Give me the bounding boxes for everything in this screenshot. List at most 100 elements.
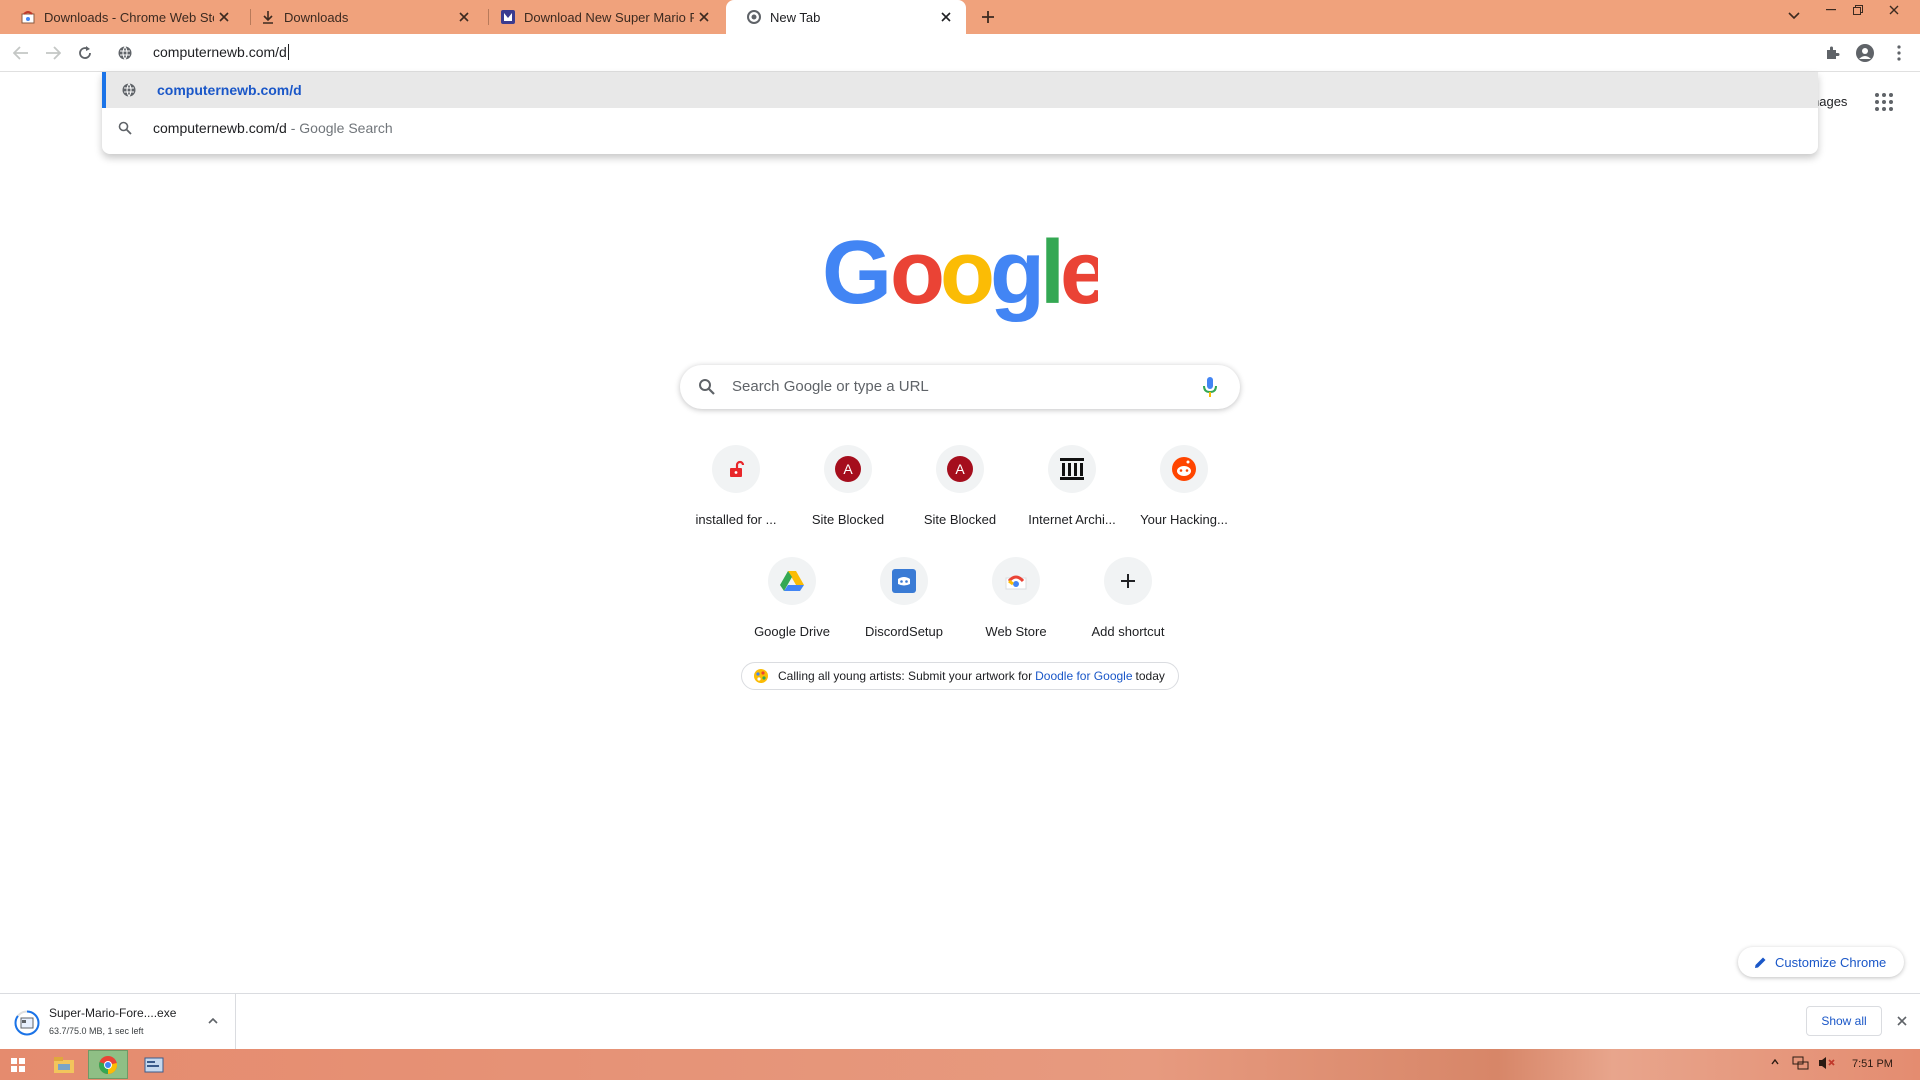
chrome-web-store-icon <box>20 9 36 25</box>
volume-muted-icon[interactable] <box>1818 1055 1836 1071</box>
doodle-icon <box>752 667 770 685</box>
shortcut-label: Site Blocked <box>923 512 997 527</box>
suggestion-subtext: - Google Search <box>286 120 393 136</box>
shortcut-label: installed for ... <box>695 512 777 527</box>
address-bar-value: computernewb.com/d <box>153 44 287 60</box>
suggestion-url[interactable]: computernewb.com/d <box>102 72 1818 108</box>
pencil-icon <box>1754 956 1767 969</box>
microphone-icon[interactable] <box>1202 376 1218 403</box>
close-window-button[interactable] <box>1880 0 1908 20</box>
shortcut-label: Site Blocked <box>811 512 885 527</box>
customize-label: Customize Chrome <box>1775 954 1887 970</box>
shortcut-tile[interactable]: installed for ... <box>680 445 792 557</box>
doodle-promo: Calling all young artists: Submit your a… <box>741 662 1179 690</box>
shortcut-tile[interactable]: A Site Blocked <box>904 445 1016 557</box>
google-logo: G o o g l e <box>822 223 1110 328</box>
svg-text:o: o <box>890 228 945 323</box>
reddit-icon <box>1160 445 1208 493</box>
forward-button[interactable] <box>40 40 66 66</box>
tab-search-chevron-icon[interactable] <box>1780 6 1808 26</box>
site-favicon <box>500 9 516 25</box>
omnibox-suggestions: computernewb.com/d computernewb.com/d - … <box>102 72 1818 154</box>
toolbar: computernewb.com/d <box>0 34 1920 72</box>
shortcut-tile[interactable]: Internet Archi... <box>1016 445 1128 557</box>
tab-title: New Tab <box>770 9 821 25</box>
search-icon <box>117 120 133 136</box>
tab-downloads[interactable]: Downloads <box>240 0 484 34</box>
shortcut-tile[interactable]: Google Drive <box>736 557 848 669</box>
reload-button[interactable] <box>72 40 98 66</box>
letter-a-glyph: A <box>843 461 853 477</box>
taskbar-clock[interactable]: 7:51 PM <box>1852 1058 1893 1070</box>
shortcut-tile[interactable]: A Site Blocked <box>792 445 904 557</box>
svg-text:o: o <box>940 228 995 323</box>
close-icon[interactable] <box>936 7 956 27</box>
profile-avatar[interactable] <box>1852 40 1878 66</box>
svg-text:g: g <box>990 228 1045 323</box>
show-hidden-icons[interactable] <box>1771 1059 1779 1065</box>
tab-new-tab[interactable]: New Tab <box>726 0 966 34</box>
suggestion-text: computernewb.com/d <box>153 120 287 136</box>
download-item[interactable]: Super-Mario-Fore....exe 63.7/75.0 MB, 1 … <box>0 994 236 1050</box>
tab-title: Download New Super Mario Fore <box>524 9 694 25</box>
promo-text: Calling all young artists: Submit your a… <box>778 669 1033 683</box>
shortcut-label: Add shortcut <box>1091 624 1165 639</box>
download-icon <box>260 9 276 25</box>
shortcut-label: Your Hacking... <box>1140 512 1228 527</box>
discord-icon <box>880 557 928 605</box>
web-store-icon <box>992 557 1040 605</box>
letter-a-icon: A <box>947 456 973 482</box>
restore-button[interactable] <box>1844 0 1872 20</box>
suggestion-search[interactable]: computernewb.com/d - Google Search <box>102 110 1818 146</box>
shortcut-tile[interactable]: Your Hacking... <box>1128 445 1240 557</box>
globe-icon <box>121 82 137 98</box>
svg-text:G: G <box>822 228 892 323</box>
svg-text:e: e <box>1060 228 1098 323</box>
close-icon[interactable] <box>454 7 474 27</box>
network-icon[interactable] <box>1792 1055 1810 1071</box>
file-explorer-icon[interactable] <box>44 1050 84 1079</box>
download-filename: Super-Mario-Fore....exe <box>49 1006 177 1020</box>
plus-icon <box>1104 557 1152 605</box>
shortcut-tile[interactable]: Web Store <box>960 557 1072 669</box>
promo-text-end: today <box>1135 669 1165 683</box>
customize-chrome-button[interactable]: Customize Chrome <box>1738 947 1904 977</box>
address-bar-input[interactable]: computernewb.com/d <box>153 44 289 60</box>
extensions-icon[interactable] <box>1820 40 1846 66</box>
download-shelf: Super-Mario-Fore....exe 63.7/75.0 MB, 1 … <box>0 993 1920 1050</box>
google-apps-icon[interactable] <box>1874 92 1898 116</box>
show-all-button[interactable]: Show all <box>1806 1006 1882 1036</box>
shortcut-label: DiscordSetup <box>864 624 944 639</box>
suggestion-text: computernewb.com/d <box>157 82 302 98</box>
close-icon[interactable] <box>694 7 714 27</box>
close-icon[interactable] <box>214 7 234 27</box>
drive-icon <box>768 557 816 605</box>
text-cursor <box>287 44 289 60</box>
tab-chrome-web-store[interactable]: Downloads - Chrome Web Store <box>0 0 244 34</box>
new-tab-button[interactable] <box>976 5 1000 29</box>
start-button[interactable] <box>0 1050 36 1079</box>
chrome-taskbar-icon[interactable] <box>88 1050 128 1079</box>
back-button[interactable] <box>8 40 34 66</box>
add-shortcut-tile[interactable]: Add shortcut <box>1072 557 1184 669</box>
letter-a-glyph: A <box>955 461 965 477</box>
close-icon[interactable] <box>1892 1011 1912 1031</box>
tab-super-mario-download[interactable]: Download New Super Mario Fore <box>480 0 724 34</box>
google-search-box[interactable]: Search Google or type a URL <box>680 365 1240 409</box>
shortcut-label: Web Store <box>985 624 1047 639</box>
tab-title: Downloads <box>284 9 349 25</box>
download-progress-icon <box>14 1010 40 1036</box>
tab-strip: Downloads - Chrome Web Store Downloads D… <box>0 0 1920 34</box>
globe-icon <box>117 45 133 61</box>
installer-taskbar-icon[interactable] <box>134 1050 174 1079</box>
search-placeholder: Search Google or type a URL <box>732 378 929 395</box>
archive-icon <box>1048 445 1096 493</box>
letter-a-icon: A <box>835 456 861 482</box>
shortcut-tile[interactable]: DiscordSetup <box>848 557 960 669</box>
tab-title: Downloads - Chrome Web Store <box>44 9 214 25</box>
chevron-up-icon[interactable] <box>204 1012 222 1030</box>
minimize-button[interactable] <box>1817 0 1845 20</box>
search-icon <box>698 378 716 401</box>
menu-kebab-icon[interactable] <box>1886 40 1912 66</box>
doodle-link[interactable]: Doodle for Google <box>1035 669 1132 683</box>
